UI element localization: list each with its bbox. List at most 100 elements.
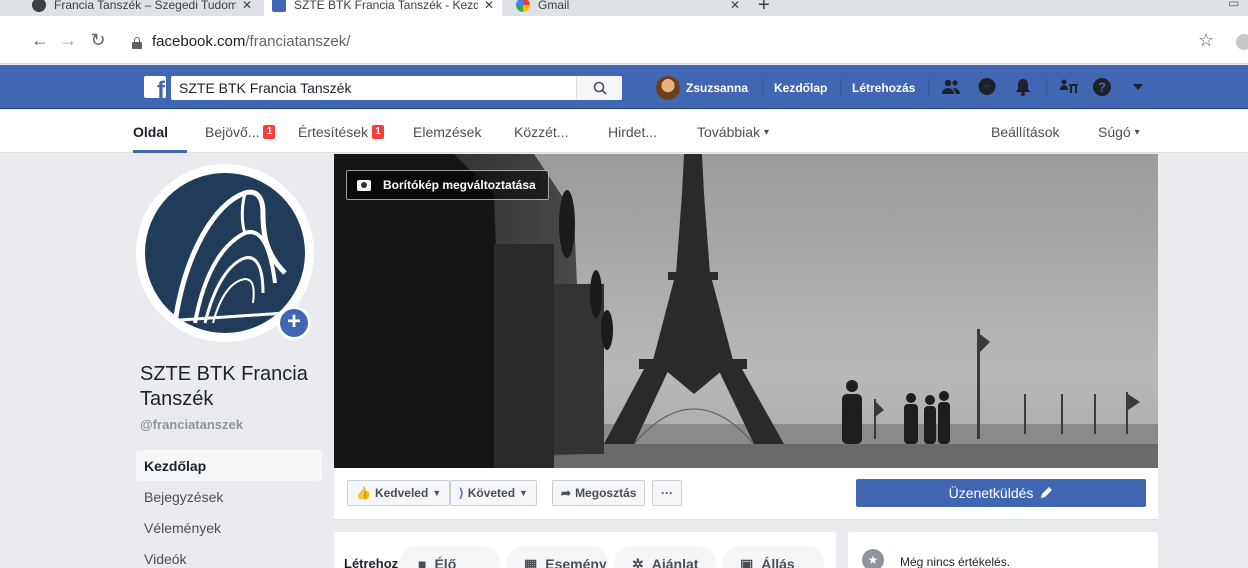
message-label: Üzenetküldés <box>948 485 1034 501</box>
new-tab-button[interactable]: + <box>758 0 770 16</box>
help-question-icon[interactable]: ? <box>1092 77 1112 97</box>
tab-label: Bejövő... <box>205 124 260 140</box>
browser-tab-szte[interactable]: Francia Tanszék – Szegedi Tudom ✕ <box>24 0 260 16</box>
more-dots-icon: ··· <box>661 486 673 500</box>
tab-insights[interactable]: Elemzések <box>413 124 481 140</box>
cover-image-eiffel-tower <box>334 154 1158 468</box>
browser-profile-avatar[interactable] <box>1236 34 1248 50</box>
close-icon[interactable]: ✕ <box>242 0 252 12</box>
friend-requests-icon[interactable] <box>941 77 961 97</box>
notifications-bell-icon[interactable] <box>1013 77 1033 97</box>
facebook-top-bar: f SZTE BTK Francia Tanszék Zsuzsanna Kez… <box>0 65 1248 109</box>
notification-badge: 1 <box>372 125 385 139</box>
search-button[interactable] <box>576 76 622 100</box>
search-input[interactable]: SZTE BTK Francia Tanszék <box>171 80 576 96</box>
offer-tag-icon: ✲ <box>632 556 644 568</box>
thumbs-up-icon: 👍 <box>356 486 371 500</box>
profile-picture[interactable] <box>145 173 305 333</box>
browser-tab-facebook[interactable]: SZTE BTK Francia Tanszék - Kezd ✕ <box>264 0 502 16</box>
url-path: /franciatanszek/ <box>245 33 351 50</box>
browser-tab-strip: Francia Tanszék – Szegedi Tudom ✕ SZTE B… <box>0 0 1248 16</box>
create-job-button[interactable]: ▣ Állás <box>722 546 824 568</box>
facebook-logo-icon[interactable]: f <box>144 76 166 98</box>
tab-search-icon[interactable]: ▭ <box>1228 0 1239 10</box>
lock-icon[interactable] <box>132 37 142 49</box>
reload-icon[interactable]: ↻ <box>88 30 108 50</box>
divider <box>1046 78 1047 96</box>
tab-label: Hirdet... <box>608 124 658 140</box>
cover-photo[interactable] <box>334 154 1158 468</box>
tab-ad-center[interactable]: Hirdet... <box>608 124 657 140</box>
pill-label: Esemény <box>545 556 607 568</box>
video-camera-icon: ■ <box>418 556 427 568</box>
like-button[interactable]: 👍 Kedveled ▼ <box>347 480 451 506</box>
close-icon[interactable]: ✕ <box>484 0 494 12</box>
facebook-icon <box>272 0 286 12</box>
pill-label: Élő <box>434 556 457 568</box>
sidebar-item-home[interactable]: Kezdőlap <box>136 450 322 481</box>
go-live-button[interactable]: ■ Élő <box>400 546 500 568</box>
tab-label: Oldal <box>133 124 169 140</box>
tab-inbox[interactable]: Bejövő... 1 <box>205 124 276 140</box>
tab-notifications[interactable]: Értesítések 1 <box>298 124 385 140</box>
close-icon[interactable]: ✕ <box>730 0 740 12</box>
reviews-card: ★ Még nincs értékelés. <box>848 532 1158 568</box>
divider <box>840 78 841 96</box>
pencil-icon <box>1041 487 1053 498</box>
svg-text:?: ? <box>1098 80 1106 95</box>
tab-page[interactable]: Oldal <box>133 124 168 140</box>
page-username[interactable]: @franciatanszek <box>140 417 243 432</box>
change-cover-photo-button[interactable]: Borítókép megváltoztatása <box>346 170 549 200</box>
search-bar[interactable]: SZTE BTK Francia Tanszék <box>171 76 622 100</box>
tab-more[interactable]: Továbbiak ▾ <box>697 124 769 140</box>
page-title[interactable]: SZTE BTK Francia Tanszék <box>140 362 320 412</box>
browser-tab-gmail[interactable]: Gmail ✕ <box>508 0 748 16</box>
home-link[interactable]: Kezdőlap <box>774 81 827 95</box>
send-message-button[interactable]: Üzenetküldés <box>856 479 1146 507</box>
chevron-down-icon: ▼ <box>432 488 442 498</box>
more-options-button[interactable]: ··· <box>652 480 682 506</box>
tab-settings[interactable]: Beállítások <box>991 124 1059 140</box>
tab-help[interactable]: Súgó ▾ <box>1098 124 1140 140</box>
share-button[interactable]: ➦ Megosztás <box>552 480 646 506</box>
bookmark-star-icon[interactable]: ☆ <box>1198 30 1214 51</box>
user-profile-link[interactable]: Zsuzsanna <box>656 76 748 100</box>
google-icon <box>516 0 530 12</box>
tab-title: Gmail <box>538 0 570 12</box>
divider <box>928 78 929 96</box>
tab-label: Közzét... <box>514 124 569 140</box>
create-offer-button[interactable]: ✲ Ajánlat <box>614 546 716 568</box>
change-cover-label: Borítókép megváltoztatása <box>383 178 536 192</box>
messenger-icon[interactable] <box>977 77 997 97</box>
add-profile-photo-button[interactable]: + <box>277 306 311 340</box>
search-icon <box>593 81 607 95</box>
notification-badge: 1 <box>263 125 276 139</box>
page-side-nav: Kezdőlap Bejegyzések Vélemények Videók <box>136 450 322 568</box>
user-name: Zsuzsanna <box>686 81 749 95</box>
tab-label: Értesítések <box>298 124 369 140</box>
sidebar-item-videos[interactable]: Videók <box>136 543 322 568</box>
tab-publishing-tools[interactable]: Közzét... <box>514 124 568 140</box>
sidebar-item-posts[interactable]: Bejegyzések <box>136 481 322 512</box>
create-event-button[interactable]: ▦ Esemény <box>506 546 608 568</box>
tab-title: SZTE BTK Francia Tanszék - Kezd <box>294 0 478 12</box>
connect-people-icon[interactable] <box>1059 77 1079 97</box>
pill-label: Ajánlat <box>651 556 699 568</box>
divider <box>762 78 763 96</box>
account-menu-caret-icon[interactable] <box>1128 77 1148 97</box>
create-link[interactable]: Létrehozás <box>852 81 915 95</box>
chevron-down-icon: ▼ <box>519 488 528 498</box>
chevron-down-icon: ▾ <box>763 126 769 138</box>
create-label: Létrehoz <box>344 556 399 568</box>
back-arrow-icon[interactable]: ← <box>30 30 50 50</box>
avatar <box>656 76 680 100</box>
address-bar[interactable]: facebook.com/franciatanszek/ <box>152 33 350 50</box>
follow-button[interactable]: ⟩ Követed ▼ <box>450 480 537 506</box>
forward-arrow-icon[interactable]: → <box>58 30 78 50</box>
share-arrow-icon: ➦ <box>561 486 572 500</box>
sidebar-item-reviews[interactable]: Vélemények <box>136 512 322 543</box>
follow-label: Követed <box>467 486 516 500</box>
globe-icon <box>32 0 46 12</box>
page-admin-nav: Oldal Bejövő... 1 Értesítések 1 Elemzések … <box>0 110 1248 153</box>
tab-label: Elemzések <box>413 124 482 140</box>
